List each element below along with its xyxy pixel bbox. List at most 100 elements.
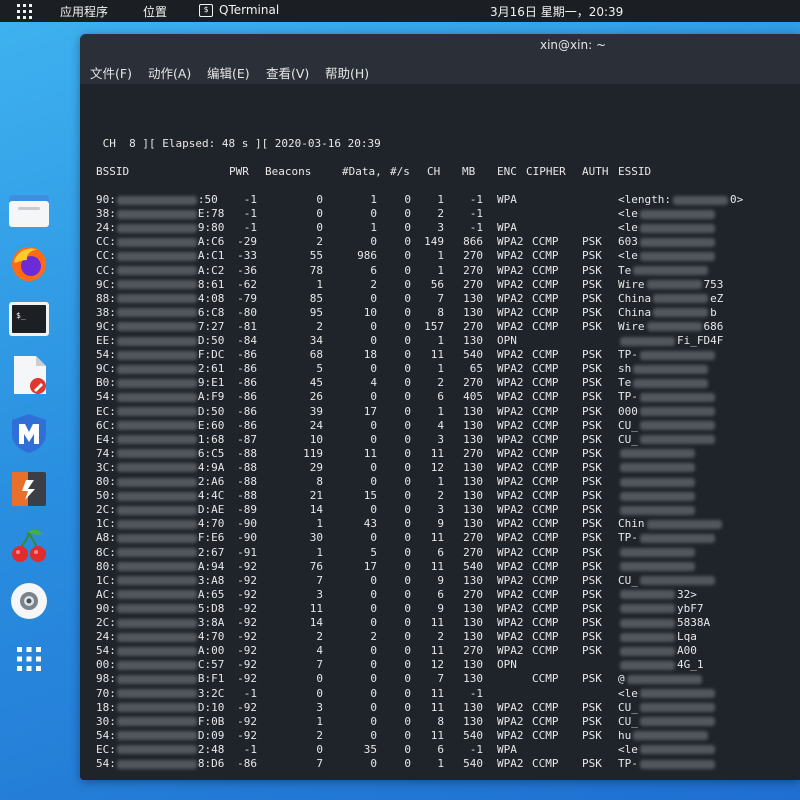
ap-beacons: 55 [309, 249, 323, 263]
ap-mb: 130 [463, 672, 483, 686]
ap-ch: 157 [424, 319, 444, 333]
ap-beacons: 0 [316, 672, 323, 686]
ap-data: 0 [370, 319, 377, 333]
menu-help[interactable]: 帮助(H) [325, 63, 369, 82]
bssid-suffix: :50 [197, 193, 218, 206]
ap-bssid: CC: A:C2 [96, 264, 224, 278]
ap-auth: PSK [582, 630, 602, 644]
ap-ch: 3 [437, 432, 444, 446]
ap-ch: 11 [430, 644, 444, 658]
ap-data: 0 [370, 601, 377, 615]
essid-suffix: eZ [710, 291, 724, 305]
ap-beacons: 8 [316, 475, 323, 488]
ap-row: 54: D:09 -92 2 0 0 11 540 WPA2 CCMP PSK hu [96, 729, 796, 743]
ap-auth: PSK [582, 418, 602, 432]
ap-auth: PSK [582, 503, 602, 517]
ap-enc: WPA2 [497, 390, 524, 404]
window-titlebar[interactable]: xin@xin: ~ [80, 34, 800, 58]
ap-pwr: -92 [237, 658, 257, 672]
ap-mb: 540 [463, 559, 483, 573]
redaction-blur [620, 505, 695, 515]
redaction-blur [672, 195, 728, 205]
ap-per-s: 0 [404, 362, 411, 376]
ap-cipher: CCMP [532, 587, 559, 601]
ap-per-s: 0 [404, 249, 411, 263]
ap-data: 0 [370, 757, 377, 770]
metasploit-icon[interactable] [8, 412, 50, 454]
menu-view[interactable]: 查看(V) [266, 63, 309, 82]
ap-row: AC: A:65 -92 3 0 0 6 270 WPA2 CCMP PSK 32> [96, 588, 796, 602]
ap-beacons: 78 [309, 263, 323, 277]
ap-row: 54: F:DC -86 68 18 0 11 540 WPA2 CCMP PSK TP- [96, 348, 796, 362]
bssid-prefix: 9C: [96, 362, 116, 376]
ap-essid: Lqa [618, 630, 697, 644]
dock: $_ [0, 178, 58, 680]
ap-essid: <le [618, 207, 717, 221]
applications-menu[interactable]: 应用程序 [60, 3, 108, 20]
redaction-blur [116, 491, 197, 501]
bssid-prefix: 74: [96, 446, 116, 460]
ap-mb: 130 [463, 460, 483, 474]
ap-row: CC: A:C2 -36 78 6 0 1 270 WPA2 CCMP PSK Te [96, 264, 796, 278]
files-icon[interactable] [8, 190, 50, 232]
header-enc: ENC [497, 165, 517, 178]
table-header: BSSID PWR Beacons #Data, #/s CH MB ENC C… [96, 165, 796, 179]
ap-essid: <le [618, 221, 717, 235]
menu-file[interactable]: 文件(F) [90, 63, 132, 82]
burpsuite-icon[interactable] [8, 468, 50, 510]
ap-enc: WPA2 [497, 587, 524, 601]
ap-data: 18 [363, 348, 377, 362]
show-apps-icon[interactable] [8, 638, 50, 680]
text-editor-icon[interactable] [8, 354, 50, 396]
essid-prefix: CU_ [618, 418, 638, 432]
bssid-prefix: CC: [96, 249, 116, 263]
clock[interactable]: 3月16日 星期一，20:39 [490, 3, 623, 20]
ap-row: 30: F:0B -92 1 0 0 8 130 WPA2 CCMP PSK CU_ [96, 715, 796, 729]
bssid-suffix: 9:E1 [197, 376, 225, 390]
redaction-blur [116, 618, 197, 628]
ap-mb: 130 [463, 489, 483, 503]
header-data: #Data, [342, 165, 382, 178]
ap-essid [618, 503, 697, 517]
ap-data: 0 [370, 728, 377, 742]
redaction-blur [653, 294, 709, 304]
terminal-output[interactable]: CH 8 ][ Elapsed: 48 s ][ 2020-03-16 20:3… [80, 84, 800, 780]
firefox-icon[interactable] [8, 242, 50, 284]
places-menu[interactable]: 位置 [143, 3, 167, 20]
essid-prefix: TP- [618, 348, 638, 362]
ap-auth: PSK [582, 672, 602, 686]
redaction-blur [116, 364, 197, 374]
ap-per-s: 0 [404, 757, 411, 770]
ap-pwr: -90 [237, 531, 257, 545]
ap-pwr: -86 [237, 348, 257, 362]
ap-mb: -1 [469, 742, 483, 756]
ap-essid [618, 560, 697, 574]
cherrytree-icon[interactable] [8, 524, 50, 566]
ap-essid: CU_ [618, 433, 717, 447]
terminal-icon[interactable]: $_ [8, 298, 50, 340]
ap-mb: 130 [463, 404, 483, 418]
bssid-prefix: 24: [96, 221, 116, 235]
header-pwr: PWR [229, 165, 249, 178]
ap-bssid: 8C: 2:67 [96, 546, 224, 560]
terminal-window: xin@xin: ~ 文件(F) 动作(A) 编辑(E) 查看(V) 帮助(H)… [80, 34, 800, 780]
active-app-name[interactable]: QTerminal [219, 3, 279, 17]
redaction-blur [639, 237, 715, 247]
ap-ch: 1 [437, 757, 444, 770]
ap-ch: 11 [430, 559, 444, 573]
ap-mb: 130 [463, 601, 483, 615]
menu-action[interactable]: 动作(A) [148, 63, 191, 82]
menu-edit[interactable]: 编辑(E) [207, 63, 250, 82]
disc-icon[interactable] [8, 580, 50, 622]
bssid-prefix: 54: [96, 728, 116, 742]
ap-row: 90::50 -1 0 1 0 1 -1 WPA <length: 0> [96, 193, 796, 207]
redaction-blur [116, 731, 197, 741]
header-essid: ESSID [618, 165, 652, 178]
redaction-blur [116, 463, 197, 473]
redaction-blur [116, 519, 197, 529]
ap-ch: 9 [437, 573, 444, 587]
bssid-suffix: 4:70 [197, 630, 225, 644]
essid-suffix: Lqa [677, 630, 697, 644]
ap-beacons: 5 [316, 362, 323, 376]
app-grid-icon[interactable] [17, 4, 32, 19]
